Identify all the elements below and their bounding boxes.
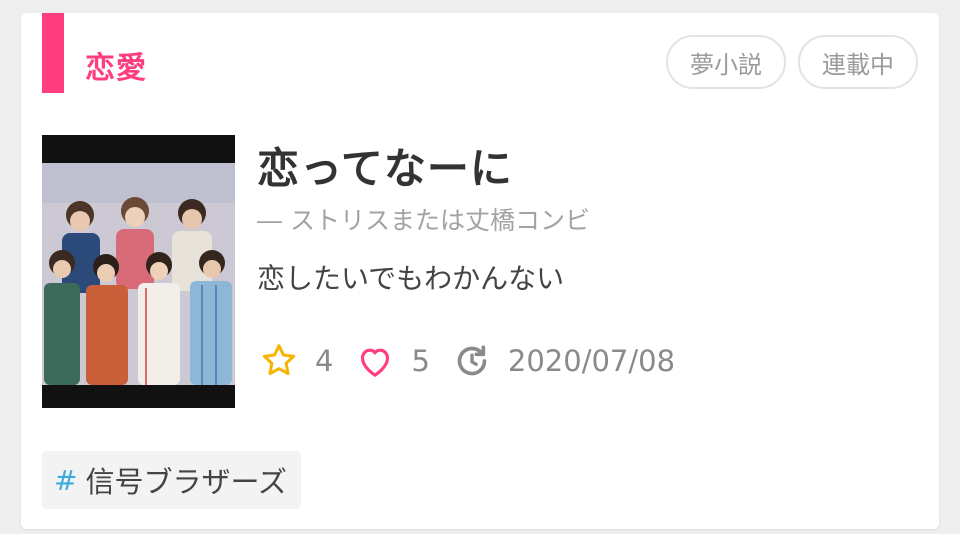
stats-row: 4 5 2020/07/08 (259, 341, 697, 381)
tag-chip[interactable]: # 信号ブラザーズ (42, 451, 302, 509)
status-chips: 夢小説 連載中 (666, 35, 918, 89)
hash-icon: # (54, 463, 78, 497)
updated-date: 2020/07/08 (507, 344, 676, 378)
heart-outline-icon (355, 341, 395, 381)
like-count: 5 (411, 344, 430, 378)
star-outline-icon (259, 341, 299, 381)
cover-photo (42, 163, 235, 385)
genre-accent-bar (42, 13, 64, 93)
novel-card[interactable]: 恋愛 夢小説 連載中 恋ってなーに ― ストリスまたは丈橋コンビ 恋したいでもわ… (21, 13, 939, 529)
refresh-clock-icon (452, 341, 492, 381)
star-count: 4 (315, 344, 334, 378)
group-photo-illustration (42, 163, 235, 385)
chip-category[interactable]: 夢小説 (666, 35, 786, 89)
author-name[interactable]: ― ストリスまたは丈橋コンビ (257, 201, 590, 237)
tag-label: 信号ブラザーズ (85, 465, 288, 499)
novel-description: 恋したいでもわかんない (257, 262, 565, 295)
genre-label: 恋愛 (85, 51, 147, 86)
novel-title[interactable]: 恋ってなーに (257, 135, 513, 196)
chip-status[interactable]: 連載中 (798, 35, 918, 89)
cover-image[interactable] (42, 135, 235, 408)
